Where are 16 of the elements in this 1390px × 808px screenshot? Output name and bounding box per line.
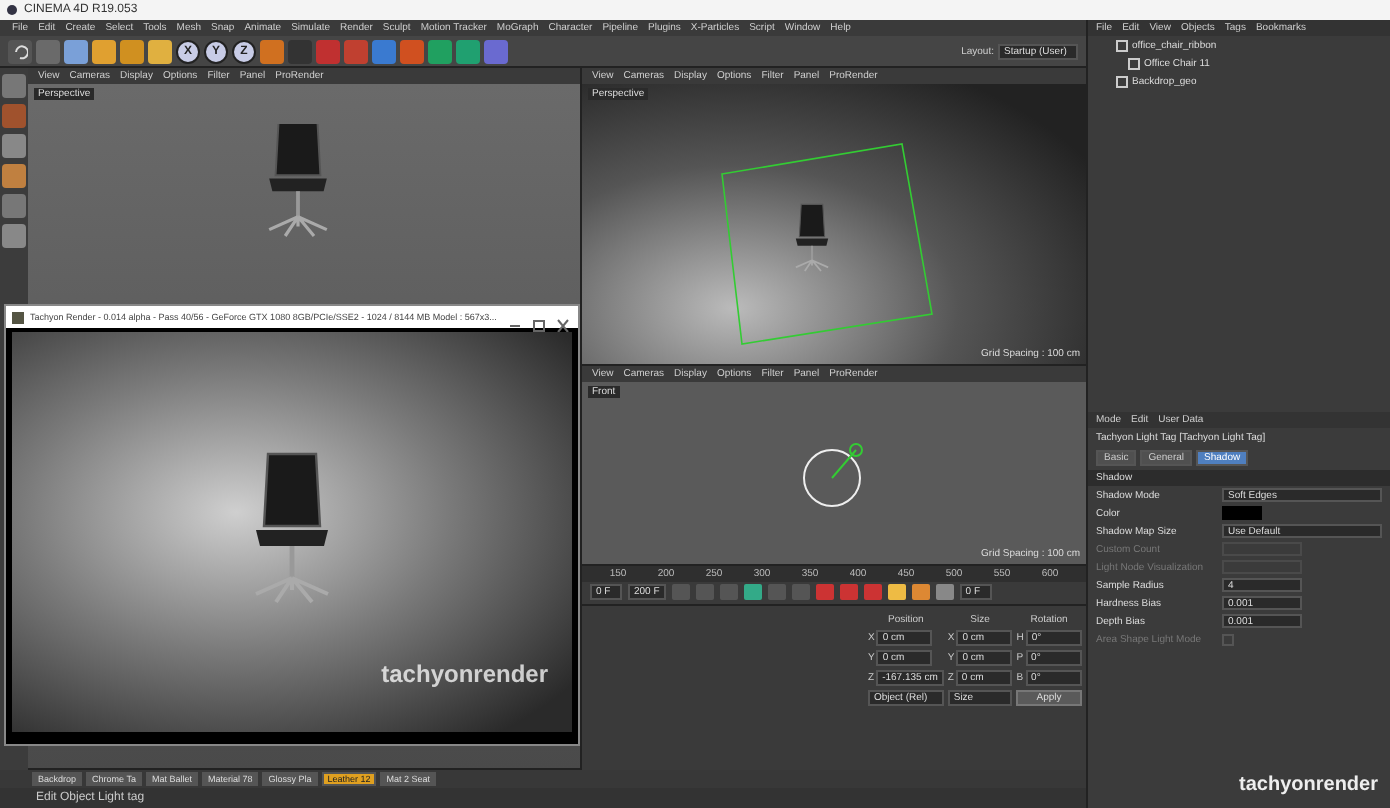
tool-button[interactable] — [92, 39, 116, 63]
app-icon — [12, 311, 24, 323]
app-icon — [6, 4, 18, 16]
tool-button[interactable] — [148, 39, 172, 63]
tool-button[interactable] — [400, 39, 424, 63]
render-logo: tachyonrender — [381, 660, 548, 688]
tool-button[interactable] — [260, 39, 284, 63]
tool-button[interactable] — [428, 39, 452, 63]
tool-button[interactable] — [120, 39, 144, 63]
tool-button[interactable] — [372, 39, 396, 63]
brand-logo: tachyonrender — [1239, 774, 1378, 796]
tool-button[interactable] — [484, 39, 508, 63]
tool-button[interactable] — [456, 39, 480, 63]
color-swatch[interactable] — [1222, 506, 1262, 520]
tool-button[interactable] — [64, 39, 88, 63]
undo-button[interactable] — [8, 39, 32, 63]
